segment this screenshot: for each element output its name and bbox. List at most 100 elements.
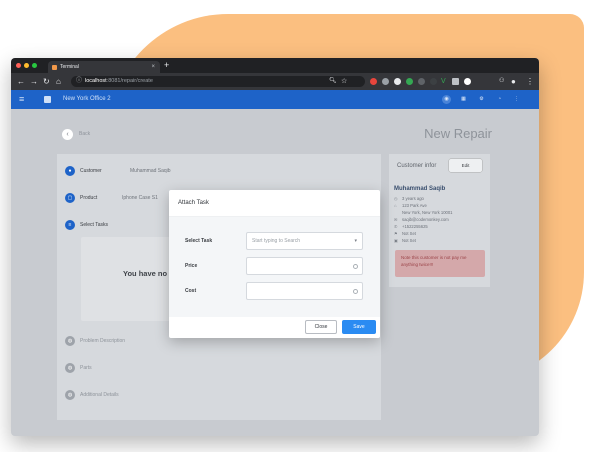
email-icon: ✉ bbox=[394, 217, 398, 222]
info-text: +1522255625 bbox=[402, 224, 428, 229]
product-icon: ▢ bbox=[65, 193, 75, 203]
close-button[interactable]: Close bbox=[305, 320, 337, 334]
extension-gray-icon[interactable] bbox=[382, 78, 389, 85]
info-text: 123 Park Ave bbox=[402, 203, 427, 208]
step-label: Customer bbox=[80, 168, 102, 174]
url-path: :8081/repair/create bbox=[106, 78, 153, 84]
tasks-icon: ≡ bbox=[65, 220, 75, 230]
vue-devtools-icon[interactable]: V bbox=[441, 76, 446, 87]
grid-icon[interactable]: ▦ bbox=[459, 95, 468, 104]
info-row-phone: ✆ +1522255625 bbox=[394, 223, 428, 230]
browser-toolbar: ← → ↻ ⌂ ⓘ localhost:8081/repair/create 🔍… bbox=[11, 73, 539, 90]
reload-icon[interactable]: ↻ bbox=[43, 76, 50, 87]
cost-input[interactable] bbox=[246, 282, 363, 300]
clock-icon: ◷ bbox=[394, 196, 398, 201]
info-row-email: ✉ saqib@codemonkey.com bbox=[394, 216, 449, 223]
customer-name: Muhammad Saqib bbox=[394, 186, 446, 192]
tab-close-icon[interactable]: × bbox=[151, 61, 155, 73]
site-info-icon: ⓘ bbox=[76, 78, 83, 84]
extension-box-icon[interactable] bbox=[452, 78, 459, 85]
home-icon[interactable]: ⌂ bbox=[56, 76, 61, 87]
bookmark-star-icon[interactable]: ☆ bbox=[341, 76, 347, 87]
modal-footer: Close Save bbox=[169, 317, 380, 338]
step-label: Parts bbox=[80, 365, 92, 371]
hamburger-menu-icon[interactable]: ≡ bbox=[19, 93, 24, 105]
cost-stepper-icon[interactable] bbox=[353, 289, 358, 294]
step-label: Additional Details bbox=[80, 392, 119, 398]
tab-favicon-icon bbox=[52, 65, 57, 70]
parts-icon: ◍ bbox=[65, 363, 75, 373]
step-label: Select Tasks bbox=[80, 222, 108, 228]
extension-red-icon[interactable] bbox=[370, 78, 377, 85]
window-minimize-dot[interactable] bbox=[24, 63, 29, 68]
flag-icon: ⚑ bbox=[394, 231, 398, 236]
extension-white-icon[interactable] bbox=[394, 78, 401, 85]
customer-info-card: Customer infor Edit Muhammad Saqib ◷ 3 ye… bbox=[389, 154, 490, 287]
save-button[interactable]: Save bbox=[342, 320, 376, 334]
new-tab-button[interactable]: + bbox=[164, 59, 169, 71]
notifications-icon[interactable]: ◔ bbox=[495, 95, 504, 104]
step-value: Iphone Case S1 bbox=[122, 195, 158, 201]
stage: Terminal × + ← → ↻ ⌂ ⓘ localhost:8081/re… bbox=[0, 0, 592, 452]
modal-title: Attach Task bbox=[169, 190, 380, 217]
forward-arrow-icon[interactable]: → bbox=[30, 76, 38, 87]
description-icon: ◍ bbox=[65, 336, 75, 346]
search-icon[interactable]: 🔍︎ bbox=[329, 76, 337, 87]
page-title: New Repair bbox=[424, 126, 492, 141]
address-bar[interactable]: ⓘ localhost:8081/repair/create bbox=[71, 76, 365, 87]
step-label: Product bbox=[80, 195, 98, 201]
select-task-label: Select Task bbox=[185, 238, 213, 244]
window-close-dot[interactable] bbox=[16, 63, 21, 68]
person-icon: ● bbox=[65, 166, 75, 176]
url-host: localhost bbox=[85, 78, 107, 84]
back-icon[interactable]: ‹ bbox=[62, 129, 73, 140]
modal-body: Select Task Start typing to Search ▾ Pri… bbox=[169, 217, 380, 317]
window-maximize-dot[interactable] bbox=[32, 63, 37, 68]
browser-tab-strip: Terminal × + bbox=[11, 58, 539, 73]
camera-icon[interactable]: ◉ bbox=[442, 95, 451, 104]
extension-green-icon[interactable] bbox=[406, 78, 413, 85]
info-row-since: ◷ 3 years ago bbox=[394, 195, 424, 202]
extension-darker-icon[interactable] bbox=[430, 78, 437, 85]
extension-dark-icon[interactable] bbox=[418, 78, 425, 85]
info-text: Not Set bbox=[402, 231, 416, 236]
details-icon: ◍ bbox=[65, 390, 75, 400]
cost-label: Cost bbox=[185, 288, 197, 294]
step-value: Muhammad Saqib bbox=[130, 168, 171, 174]
tab-title: Terminal bbox=[60, 64, 79, 70]
extension-check-icon[interactable] bbox=[464, 78, 471, 85]
select-task-dropdown[interactable]: Start typing to Search ▾ bbox=[246, 232, 363, 250]
price-stepper-icon[interactable] bbox=[353, 264, 358, 269]
info-text: saqib@codemonkey.com bbox=[402, 217, 449, 222]
info-row-tag: ⚑ Not Set bbox=[394, 230, 416, 237]
browser-tab[interactable]: Terminal × bbox=[48, 61, 160, 73]
browser-menu-icon[interactable]: ⋮ bbox=[526, 76, 534, 87]
avatar-icon[interactable]: ● bbox=[511, 76, 516, 87]
home-icon: ⌂ bbox=[394, 203, 397, 208]
select-task-placeholder: Start typing to Search bbox=[252, 238, 301, 244]
store-name[interactable]: New York Office 2 bbox=[63, 90, 111, 109]
empty-tasks-text: You have no bbox=[123, 269, 168, 278]
info-row-extra: ▣ Not Set bbox=[394, 237, 416, 244]
info-text: New York, New York 10001 bbox=[402, 210, 453, 215]
back-arrow-icon[interactable]: ← bbox=[17, 76, 25, 87]
price-label: Price bbox=[185, 263, 198, 269]
store-icon bbox=[44, 96, 51, 103]
info-text: 3 years ago bbox=[402, 196, 424, 201]
edit-customer-button[interactable]: Edit bbox=[449, 159, 482, 172]
info-row-city: New York, New York 10001 bbox=[394, 209, 453, 216]
profile-icon[interactable]: ⚇ bbox=[499, 76, 504, 87]
customer-info-title: Customer infor bbox=[397, 163, 437, 169]
card-icon: ▣ bbox=[394, 238, 398, 243]
settings-icon[interactable]: ⚙ bbox=[477, 95, 486, 104]
info-row-address: ⌂ 123 Park Ave bbox=[394, 202, 427, 209]
info-text: Not Set bbox=[402, 238, 416, 243]
chevron-down-icon: ▾ bbox=[354, 238, 357, 244]
back-label[interactable]: Back bbox=[79, 129, 90, 140]
customer-note: Note this customer is not pay me anythin… bbox=[395, 250, 485, 277]
more-vertical-icon[interactable]: ⋮ bbox=[512, 95, 521, 104]
attach-task-modal: Attach Task Select Task Start typing to … bbox=[169, 190, 380, 338]
phone-icon: ✆ bbox=[394, 224, 398, 229]
step-label: Problem Description bbox=[80, 338, 126, 344]
price-input[interactable] bbox=[246, 257, 363, 275]
